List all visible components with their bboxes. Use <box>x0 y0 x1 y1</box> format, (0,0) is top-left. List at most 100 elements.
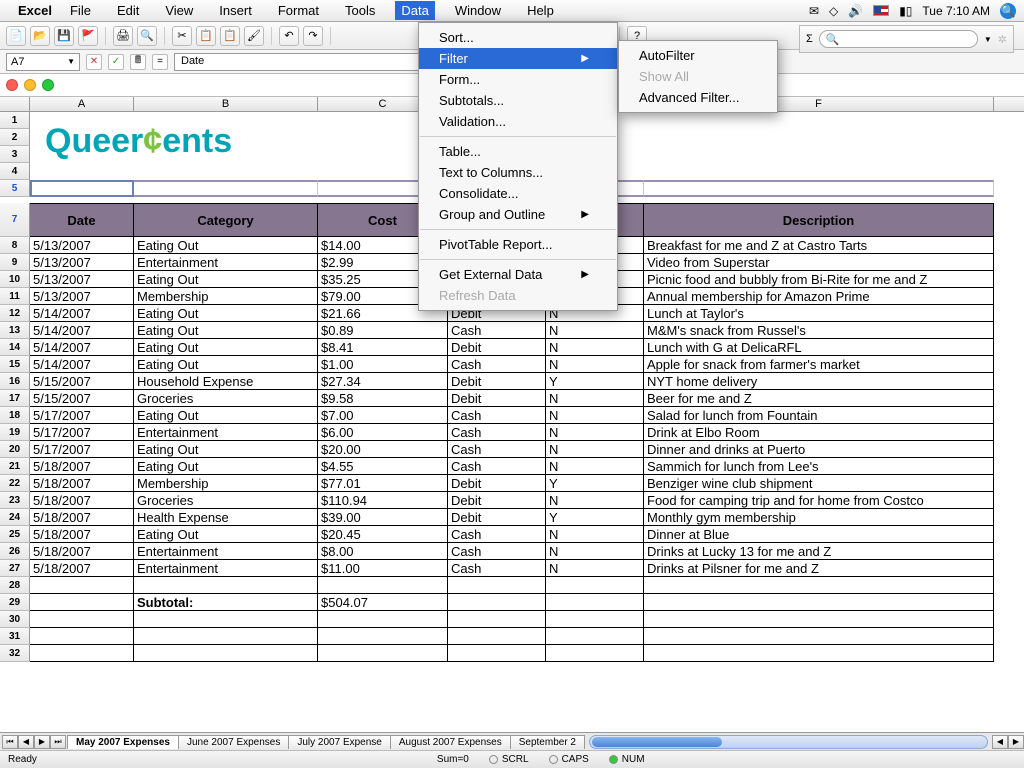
cell-cost[interactable]: $20.45 <box>318 526 448 543</box>
menu-text-to-columns[interactable]: Text to Columns... <box>419 162 617 183</box>
cell-recurring[interactable]: N <box>546 458 644 475</box>
open-button[interactable]: 📂 <box>30 26 50 46</box>
cell-subtotal-value[interactable]: $504.07 <box>318 594 448 611</box>
row-header-3[interactable]: 3 <box>0 146 30 163</box>
cell-description[interactable]: Apple for snack from farmer's market <box>644 356 994 373</box>
menu-tools[interactable]: Tools <box>339 1 381 20</box>
cell-method[interactable]: Debit <box>448 475 546 492</box>
row-header[interactable]: 16 <box>0 373 30 390</box>
cell-description[interactable]: Lunch at Taylor's <box>644 305 994 322</box>
cell-date[interactable]: 5/14/2007 <box>30 322 134 339</box>
cell-category[interactable]: Eating Out <box>134 458 318 475</box>
row-header[interactable]: 20 <box>0 441 30 458</box>
cell-cost[interactable]: $4.55 <box>318 458 448 475</box>
cell-recurring[interactable]: N <box>546 356 644 373</box>
cell-category[interactable]: Entertainment <box>134 424 318 441</box>
sigma-icon[interactable]: Σ <box>806 33 813 45</box>
select-all-corner[interactable] <box>0 97 30 111</box>
row-header[interactable]: 23 <box>0 492 30 509</box>
cell-date[interactable]: 5/17/2007 <box>30 424 134 441</box>
cell-date[interactable]: 5/15/2007 <box>30 373 134 390</box>
cell-recurring[interactable]: N <box>546 492 644 509</box>
cell-category[interactable]: Health Expense <box>134 509 318 526</box>
row-header[interactable]: 22 <box>0 475 30 492</box>
cell-date[interactable]: 5/18/2007 <box>30 526 134 543</box>
cell[interactable] <box>644 577 994 594</box>
cell-subtotal-label[interactable]: Subtotal: <box>134 594 318 611</box>
cell-description[interactable]: Food for camping trip and for home from … <box>644 492 994 509</box>
cell-method[interactable]: Cash <box>448 441 546 458</box>
cell-subtotal-value[interactable] <box>318 645 448 662</box>
cell-description[interactable]: Video from Superstar <box>644 254 994 271</box>
menu-autofilter[interactable]: AutoFilter <box>619 45 777 66</box>
menu-sort[interactable]: Sort... <box>419 27 617 48</box>
tab-june[interactable]: June 2007 Expenses <box>178 735 289 749</box>
equals-icon[interactable]: = <box>152 54 168 70</box>
cell-date[interactable]: 5/17/2007 <box>30 441 134 458</box>
wifi-icon[interactable]: ◇ <box>829 4 838 18</box>
cell[interactable] <box>644 611 994 628</box>
col-header-a[interactable]: A <box>30 97 134 111</box>
cell-category[interactable]: Eating Out <box>134 237 318 254</box>
undo-button[interactable]: ↶ <box>279 26 299 46</box>
cell-description[interactable]: Drink at Elbo Room <box>644 424 994 441</box>
cell-recurring[interactable]: Y <box>546 373 644 390</box>
menu-window[interactable]: Window <box>449 1 507 20</box>
row-header[interactable]: 25 <box>0 526 30 543</box>
cell-recurring[interactable]: Y <box>546 509 644 526</box>
cell[interactable] <box>448 628 546 645</box>
flag-icon[interactable] <box>873 5 889 16</box>
cell[interactable] <box>546 611 644 628</box>
cell-description[interactable]: Breakfast for me and Z at Castro Tarts <box>644 237 994 254</box>
cell[interactable] <box>644 645 994 662</box>
close-window-button[interactable] <box>6 79 18 91</box>
calculator-icon[interactable]: 🖩 <box>130 54 146 70</box>
cancel-formula-button[interactable]: ✕ <box>86 54 102 70</box>
row-header[interactable]: 30 <box>0 611 30 628</box>
row-header[interactable]: 15 <box>0 356 30 373</box>
format-painter-button[interactable]: 🖌 <box>244 26 264 46</box>
row-header[interactable]: 11 <box>0 288 30 305</box>
menu-edit[interactable]: Edit <box>111 1 145 20</box>
menu-advanced-filter[interactable]: Advanced Filter... <box>619 87 777 108</box>
menu-help[interactable]: Help <box>521 1 560 20</box>
cell-date[interactable]: 5/18/2007 <box>30 458 134 475</box>
cell-method[interactable]: Debit <box>448 373 546 390</box>
cell-recurring[interactable]: N <box>546 407 644 424</box>
cell-subtotal-value[interactable] <box>318 628 448 645</box>
cell-description[interactable]: Lunch with G at DelicaRFL <box>644 339 994 356</box>
cell-f5[interactable] <box>644 180 994 197</box>
row-header[interactable]: 21 <box>0 458 30 475</box>
menu-data[interactable]: Data <box>395 1 434 20</box>
cell-recurring[interactable]: N <box>546 390 644 407</box>
cell-category[interactable]: Eating Out <box>134 339 318 356</box>
cell-cost[interactable]: $1.00 <box>318 356 448 373</box>
minimize-window-button[interactable] <box>24 79 36 91</box>
scroll-left-button[interactable]: ◀ <box>992 735 1008 749</box>
cell-method[interactable]: Cash <box>448 543 546 560</box>
menu-validation[interactable]: Validation... <box>419 111 617 132</box>
chevron-down-icon[interactable]: ▼ <box>67 57 75 66</box>
cell-date[interactable]: 5/17/2007 <box>30 407 134 424</box>
zoom-window-button[interactable] <box>42 79 54 91</box>
header-description[interactable]: Description <box>644 203 994 237</box>
menu-insert[interactable]: Insert <box>213 1 258 20</box>
cell-date[interactable]: 5/13/2007 <box>30 254 134 271</box>
cell-a5[interactable] <box>30 180 134 197</box>
cell-subtotal-label[interactable] <box>134 645 318 662</box>
cell-method[interactable]: Debit <box>448 492 546 509</box>
cell-recurring[interactable]: N <box>546 339 644 356</box>
cell[interactable] <box>30 594 134 611</box>
row-header[interactable]: 14 <box>0 339 30 356</box>
row-header-4[interactable]: 4 <box>0 163 30 180</box>
cell-description[interactable]: M&M's snack from Russel's <box>644 322 994 339</box>
cell-category[interactable]: Entertainment <box>134 543 318 560</box>
row-header[interactable]: 27 <box>0 560 30 577</box>
row-header[interactable]: 12 <box>0 305 30 322</box>
scroll-right-button[interactable]: ▶ <box>1008 735 1024 749</box>
spotlight-icon[interactable]: 🔍 <box>1000 3 1016 19</box>
horizontal-scrollbar[interactable] <box>589 735 988 749</box>
cell[interactable] <box>546 645 644 662</box>
cell-description[interactable]: Salad for lunch from Fountain <box>644 407 994 424</box>
menu-format[interactable]: Format <box>272 1 325 20</box>
